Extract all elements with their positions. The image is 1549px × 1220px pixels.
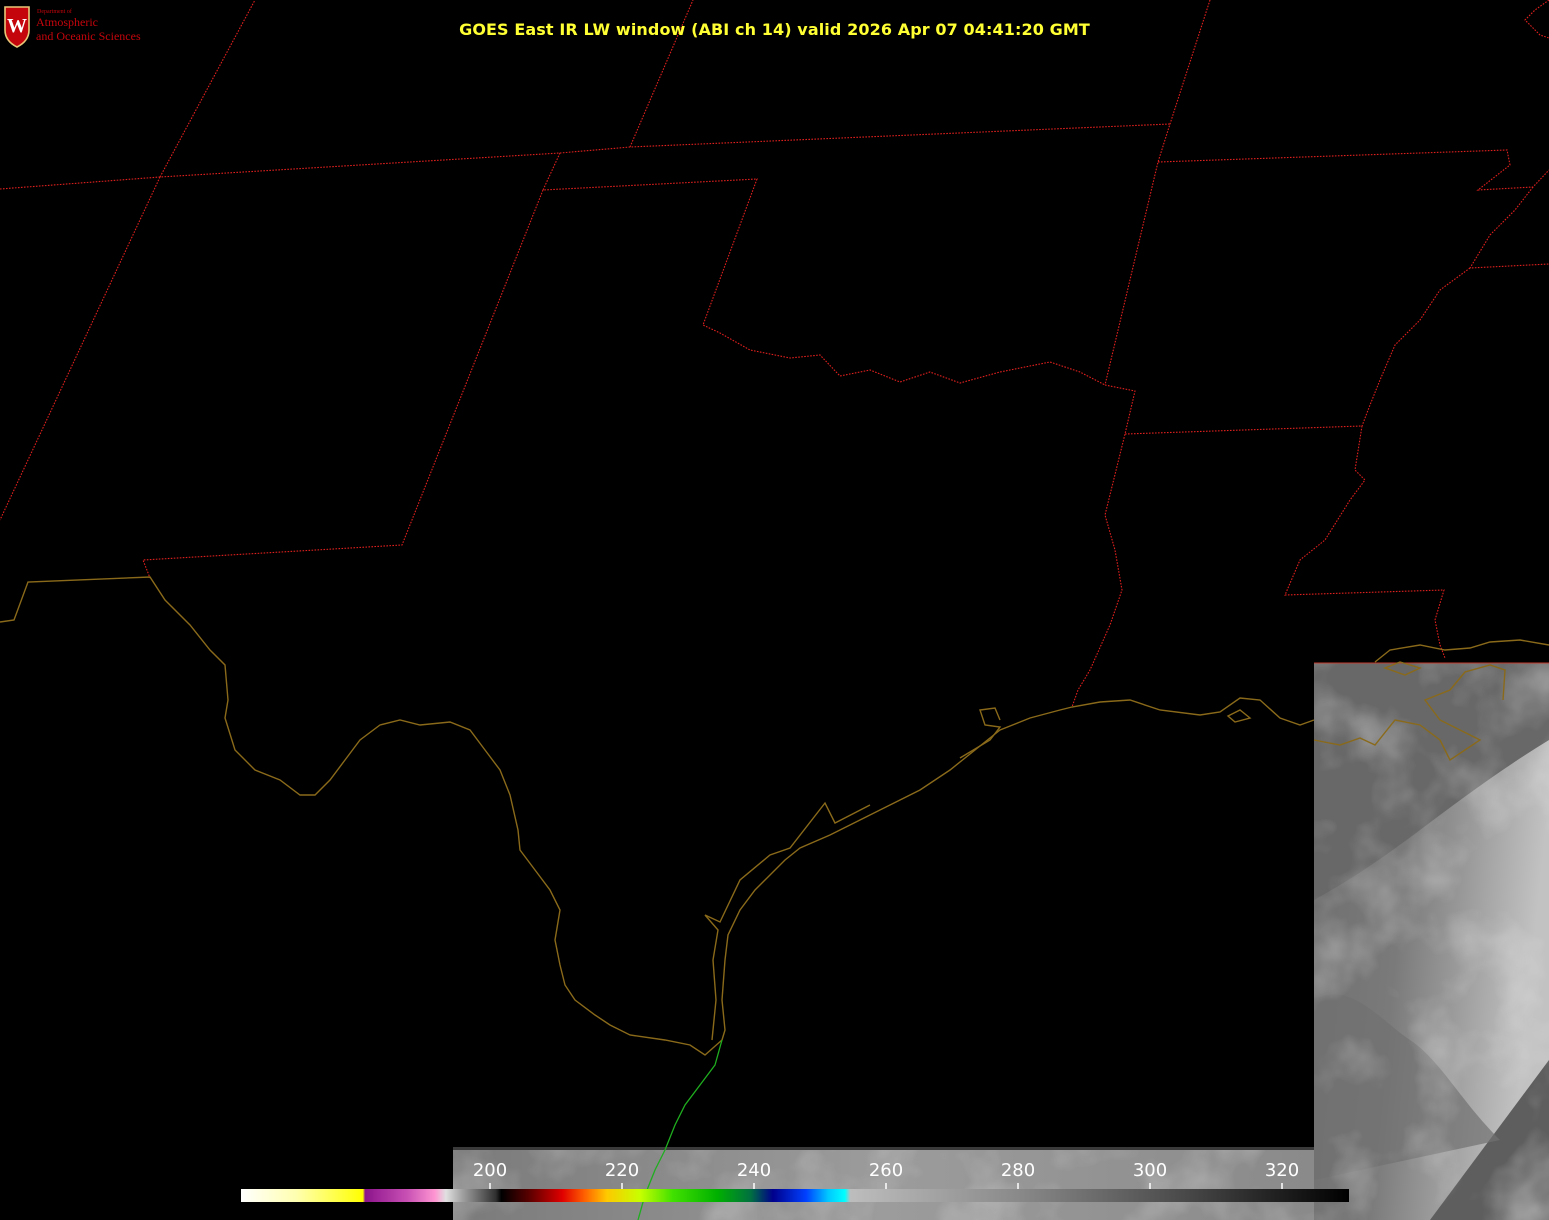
colorbar-tick-label: 320 bbox=[1265, 1160, 1299, 1181]
colorbar-tick-label: 220 bbox=[605, 1160, 639, 1181]
colorbar-tick-label: 300 bbox=[1133, 1160, 1167, 1181]
colorbar-tick-label: 240 bbox=[737, 1160, 771, 1181]
colorbar-tick-label: 200 bbox=[473, 1160, 507, 1181]
satellite-imagery-bottom bbox=[453, 1147, 1314, 1220]
colorbar-tick-label: 280 bbox=[1001, 1160, 1035, 1181]
colorbar-tick-label: 260 bbox=[869, 1160, 903, 1181]
satellite-map[interactable]: 200 220 240 260 280 300 320 bbox=[0, 0, 1549, 1220]
map-title: GOES East IR LW window (ABI ch 14) valid… bbox=[459, 20, 1090, 39]
colorbar-strip bbox=[241, 1189, 1349, 1202]
satellite-imagery-right bbox=[1314, 663, 1549, 1220]
